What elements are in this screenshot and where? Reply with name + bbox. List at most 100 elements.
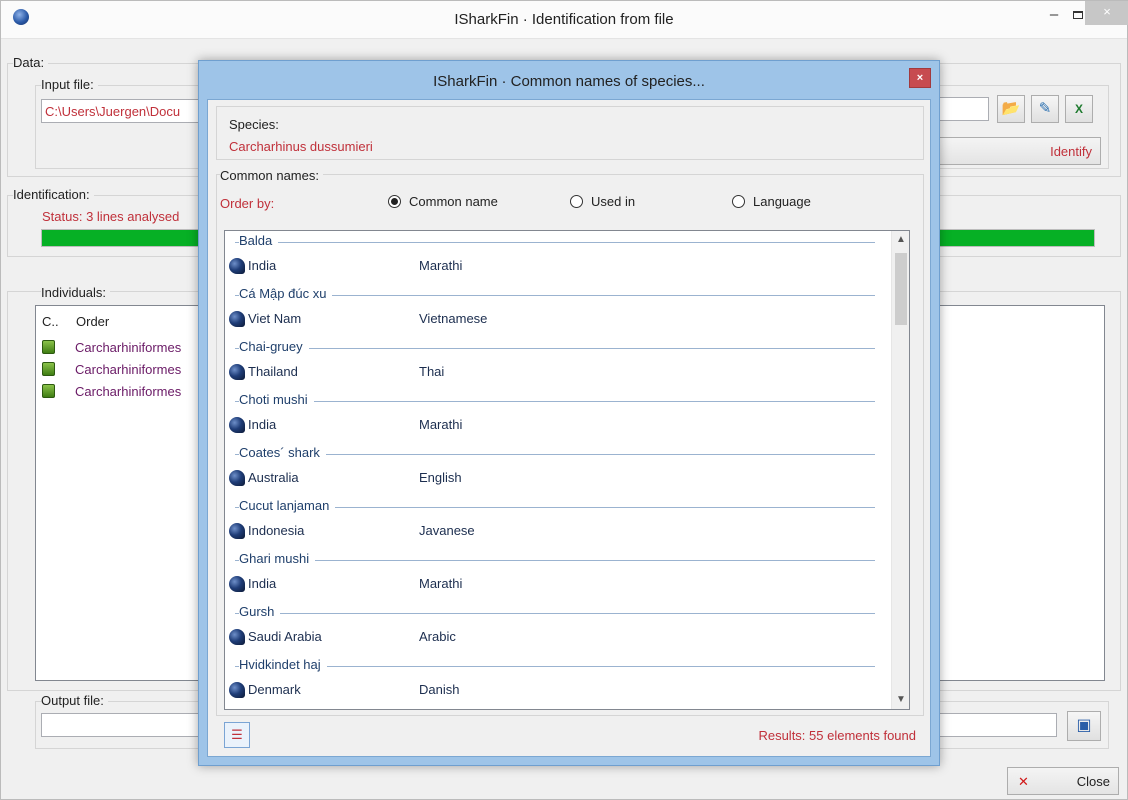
shark-fin-icon	[229, 417, 245, 433]
entry-language: Arabic	[419, 629, 456, 644]
open-folder-button[interactable]: 📂	[997, 95, 1025, 123]
open-folder-icon: 📂	[1001, 100, 1021, 117]
input-file-field[interactable]: C:\Users\Juergen\Docu	[41, 99, 211, 123]
minimize-button[interactable]: –	[1041, 5, 1067, 27]
status-text: Status: 3 lines analysed	[42, 209, 180, 224]
scroll-thumb[interactable]	[895, 253, 907, 325]
shark-fin-icon	[229, 470, 245, 486]
common-name-group-header: Ghari mushi	[239, 551, 316, 566]
group-separator-line	[235, 242, 875, 243]
species-value: Carcharhinus dussumieri	[229, 139, 373, 154]
identification-group-label: Identification:	[13, 187, 94, 202]
close-button-label: Close	[1076, 774, 1110, 789]
order-by-label: Order by:	[220, 196, 275, 211]
list-item-order: Carcharhiniformes	[75, 340, 182, 355]
edit-note-icon: ✎	[1038, 100, 1052, 117]
entry-language: English	[419, 470, 462, 485]
entry-country: Saudi Arabia	[248, 629, 322, 644]
group-separator-line	[235, 401, 875, 402]
entry-language: Vietnamese	[419, 311, 488, 326]
dialog-close-button[interactable]: ×	[909, 68, 931, 88]
list-item[interactable]: Carcharhiniformes	[42, 384, 181, 402]
group-separator-line	[235, 613, 875, 614]
common-name-group-header: Cucut lanjaman	[239, 498, 336, 513]
results-count: Results: 55 elements found	[758, 728, 916, 743]
radio-selected-icon	[388, 195, 401, 208]
common-name-group-header: Chai-gruey	[239, 339, 309, 354]
report-button[interactable]: ☰	[224, 722, 250, 748]
common-name-group-header: Coates´ shark	[239, 445, 326, 460]
identify-button[interactable]: Identify	[931, 137, 1101, 165]
save-disk-icon: ▣	[1076, 717, 1092, 734]
common-name-entry[interactable]: India Marathi	[229, 576, 729, 596]
dialog-body: Species: Carcharhinus dussumieri Common …	[207, 99, 931, 757]
group-separator-line	[235, 454, 875, 455]
column-header-c[interactable]: C..	[42, 314, 59, 329]
main-window-title: ISharkFin · Identification from file	[454, 11, 674, 28]
list-item-order: Carcharhiniformes	[75, 362, 182, 377]
excel-button[interactable]: X	[1065, 95, 1093, 123]
entry-language: Danish	[419, 682, 460, 697]
input-file-field-end[interactable]	[935, 97, 989, 121]
output-file-label: Output file:	[41, 693, 108, 708]
common-name-entry[interactable]: Saudi Arabia Arabic	[229, 629, 729, 649]
scroll-down-arrow-icon[interactable]: ▼	[892, 691, 909, 709]
column-header-order[interactable]: Order	[76, 314, 109, 329]
common-name-entry[interactable]: Australia English	[229, 470, 729, 490]
scroll-up-arrow-icon[interactable]: ▲	[892, 231, 909, 249]
dialog-title: ISharkFin · Common names of species...	[433, 73, 705, 90]
list-item-order: Carcharhiniformes	[75, 384, 182, 399]
entry-country: Australia	[248, 470, 299, 485]
radio-unselected-icon	[732, 195, 745, 208]
entry-language: Marathi	[419, 576, 463, 591]
species-label: Species:	[229, 117, 279, 132]
shark-fin-icon	[229, 258, 245, 274]
entry-country: India	[248, 417, 277, 432]
entry-country: Indonesia	[248, 523, 305, 538]
common-name-group-header: Gursh	[239, 604, 281, 619]
row-status-icon	[42, 340, 55, 354]
radio-common-name[interactable]: Common name	[388, 194, 498, 209]
dialog-titlebar[interactable]: ISharkFin · Common names of species... ×	[199, 61, 939, 99]
close-x-icon: ✕	[1018, 774, 1029, 789]
shark-fin-icon	[229, 311, 245, 327]
shark-fin-icon	[229, 682, 245, 698]
entry-country: Thailand	[248, 364, 298, 379]
vertical-scrollbar[interactable]: ▲ ▼	[891, 231, 909, 709]
list-item[interactable]: Carcharhiniformes	[42, 362, 181, 380]
row-status-icon	[42, 384, 55, 398]
shark-fin-icon	[229, 523, 245, 539]
output-file-field[interactable]	[41, 713, 211, 737]
common-name-entry[interactable]: India Marathi	[229, 417, 729, 437]
entry-country: Denmark	[248, 682, 301, 697]
output-file-field-end[interactable]	[935, 713, 1057, 737]
excel-icon: X	[1074, 102, 1083, 116]
radio-language[interactable]: Language	[732, 194, 811, 209]
list-item[interactable]: Carcharhiniformes	[42, 340, 181, 358]
group-separator-line	[235, 666, 875, 667]
common-names-dialog: ISharkFin · Common names of species... ×…	[198, 60, 940, 766]
radio-used-in-label: Used in	[591, 194, 636, 209]
entry-language: Javanese	[419, 523, 475, 538]
group-separator-line	[235, 348, 875, 349]
input-file-label: Input file:	[41, 77, 98, 92]
group-separator-line	[235, 560, 875, 561]
common-names-list[interactable]: ▲ ▼ Balda India Marathi Cá Mập đúc xu Viet N…	[224, 230, 910, 710]
radio-used-in[interactable]: Used in	[570, 194, 635, 209]
data-group-label: Data:	[13, 55, 49, 70]
common-name-group-header: Cá Mập đúc xu	[239, 286, 333, 301]
species-group-box: Species: Carcharhinus dussumieri	[216, 106, 924, 160]
edit-note-button[interactable]: ✎	[1031, 95, 1059, 123]
close-button[interactable]: ✕ Close	[1007, 767, 1119, 795]
save-button[interactable]: ▣	[1067, 711, 1101, 741]
window-close-button[interactable]: ×	[1085, 1, 1128, 25]
common-name-entry[interactable]: Viet Nam Vietnamese	[229, 311, 729, 331]
common-name-entry[interactable]: Thailand Thai	[229, 364, 729, 384]
common-name-entry[interactable]: Denmark Danish	[229, 682, 729, 702]
common-name-entry[interactable]: India Marathi	[229, 258, 729, 278]
shark-fin-icon	[229, 629, 245, 645]
radio-language-label: Language	[753, 194, 811, 209]
report-icon: ☰	[231, 727, 243, 742]
common-name-entry[interactable]: Indonesia Javanese	[229, 523, 729, 543]
entry-language: Marathi	[419, 417, 463, 432]
